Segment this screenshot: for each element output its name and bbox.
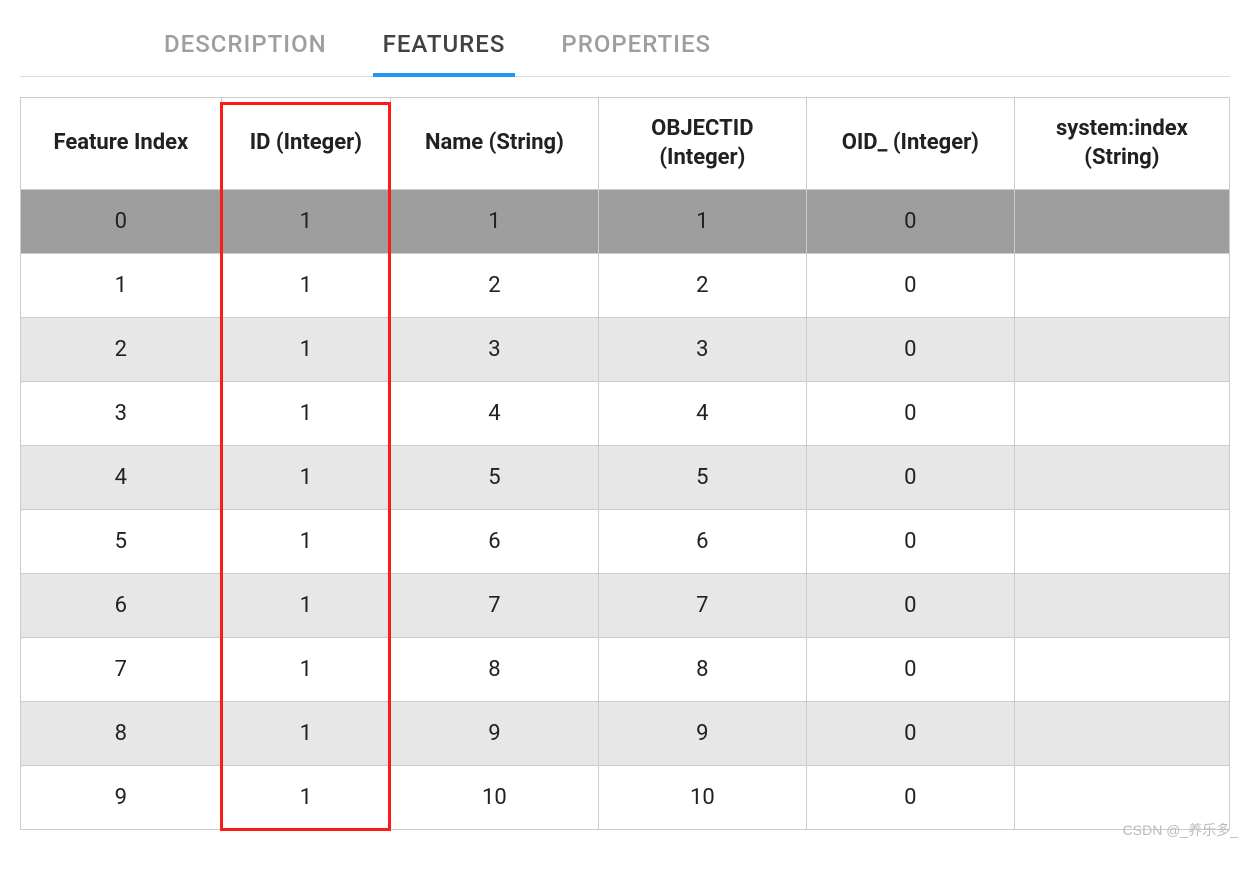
cell-objectid: 4	[598, 382, 806, 446]
cell-objectid: 10	[598, 766, 806, 830]
cell-name: 8	[390, 638, 598, 702]
cell-id: 1	[221, 446, 390, 510]
cell-feature-index: 2	[21, 318, 222, 382]
cell-feature-index: 7	[21, 638, 222, 702]
cell-sys-index	[1014, 446, 1229, 510]
cell-sys-index	[1014, 254, 1229, 318]
tab-bar: DESCRIPTION FEATURES PROPERTIES	[20, 0, 1230, 77]
cell-sys-index	[1014, 382, 1229, 446]
cell-feature-index: 6	[21, 574, 222, 638]
cell-name: 2	[390, 254, 598, 318]
cell-name: 1	[390, 190, 598, 254]
cell-id: 1	[221, 702, 390, 766]
table-row[interactable]: 81990	[21, 702, 1230, 766]
table-row[interactable]: 9110100	[21, 766, 1230, 830]
cell-name: 6	[390, 510, 598, 574]
cell-sys-index	[1014, 638, 1229, 702]
watermark: CSDN @_养乐多_	[1123, 820, 1238, 840]
cell-objectid: 1	[598, 190, 806, 254]
table-row[interactable]: 01110	[21, 190, 1230, 254]
table-row[interactable]: 31440	[21, 382, 1230, 446]
cell-id: 1	[221, 510, 390, 574]
cell-feature-index: 0	[21, 190, 222, 254]
cell-oid: 0	[806, 766, 1014, 830]
cell-name: 10	[390, 766, 598, 830]
cell-oid: 0	[806, 190, 1014, 254]
cell-name: 3	[390, 318, 598, 382]
feature-table: Feature Index ID (Integer) Name (String)…	[20, 97, 1230, 830]
tab-properties[interactable]: PROPERTIES	[557, 16, 715, 76]
col-oid[interactable]: OID_ (Integer)	[806, 98, 1014, 190]
feature-table-wrap: Feature Index ID (Integer) Name (String)…	[20, 97, 1230, 830]
cell-id: 1	[221, 382, 390, 446]
table-header-row: Feature Index ID (Integer) Name (String)…	[21, 98, 1230, 190]
cell-oid: 0	[806, 510, 1014, 574]
cell-id: 1	[221, 638, 390, 702]
cell-id: 1	[221, 254, 390, 318]
cell-oid: 0	[806, 382, 1014, 446]
cell-sys-index	[1014, 702, 1229, 766]
cell-sys-index	[1014, 190, 1229, 254]
table-row[interactable]: 21330	[21, 318, 1230, 382]
cell-objectid: 7	[598, 574, 806, 638]
cell-oid: 0	[806, 318, 1014, 382]
cell-oid: 0	[806, 446, 1014, 510]
tab-features[interactable]: FEATURES	[379, 16, 510, 76]
col-feature-index[interactable]: Feature Index	[21, 98, 222, 190]
cell-objectid: 3	[598, 318, 806, 382]
cell-oid: 0	[806, 254, 1014, 318]
cell-oid: 0	[806, 638, 1014, 702]
table-row[interactable]: 11220	[21, 254, 1230, 318]
cell-sys-index	[1014, 510, 1229, 574]
cell-id: 1	[221, 318, 390, 382]
cell-sys-index	[1014, 318, 1229, 382]
table-row[interactable]: 51660	[21, 510, 1230, 574]
cell-objectid: 2	[598, 254, 806, 318]
cell-oid: 0	[806, 574, 1014, 638]
col-id[interactable]: ID (Integer)	[221, 98, 390, 190]
cell-feature-index: 3	[21, 382, 222, 446]
cell-name: 5	[390, 446, 598, 510]
cell-name: 7	[390, 574, 598, 638]
col-name[interactable]: Name (String)	[390, 98, 598, 190]
col-system-index[interactable]: system:index (String)	[1014, 98, 1229, 190]
cell-id: 1	[221, 766, 390, 830]
table-row[interactable]: 61770	[21, 574, 1230, 638]
cell-name: 9	[390, 702, 598, 766]
cell-id: 1	[221, 574, 390, 638]
cell-objectid: 6	[598, 510, 806, 574]
cell-objectid: 5	[598, 446, 806, 510]
cell-feature-index: 1	[21, 254, 222, 318]
cell-feature-index: 9	[21, 766, 222, 830]
cell-objectid: 8	[598, 638, 806, 702]
cell-oid: 0	[806, 702, 1014, 766]
cell-name: 4	[390, 382, 598, 446]
cell-id: 1	[221, 190, 390, 254]
tab-description[interactable]: DESCRIPTION	[160, 16, 331, 76]
cell-feature-index: 5	[21, 510, 222, 574]
cell-sys-index	[1014, 574, 1229, 638]
cell-feature-index: 8	[21, 702, 222, 766]
col-objectid[interactable]: OBJECTID (Integer)	[598, 98, 806, 190]
cell-feature-index: 4	[21, 446, 222, 510]
table-row[interactable]: 71880	[21, 638, 1230, 702]
cell-objectid: 9	[598, 702, 806, 766]
table-row[interactable]: 41550	[21, 446, 1230, 510]
